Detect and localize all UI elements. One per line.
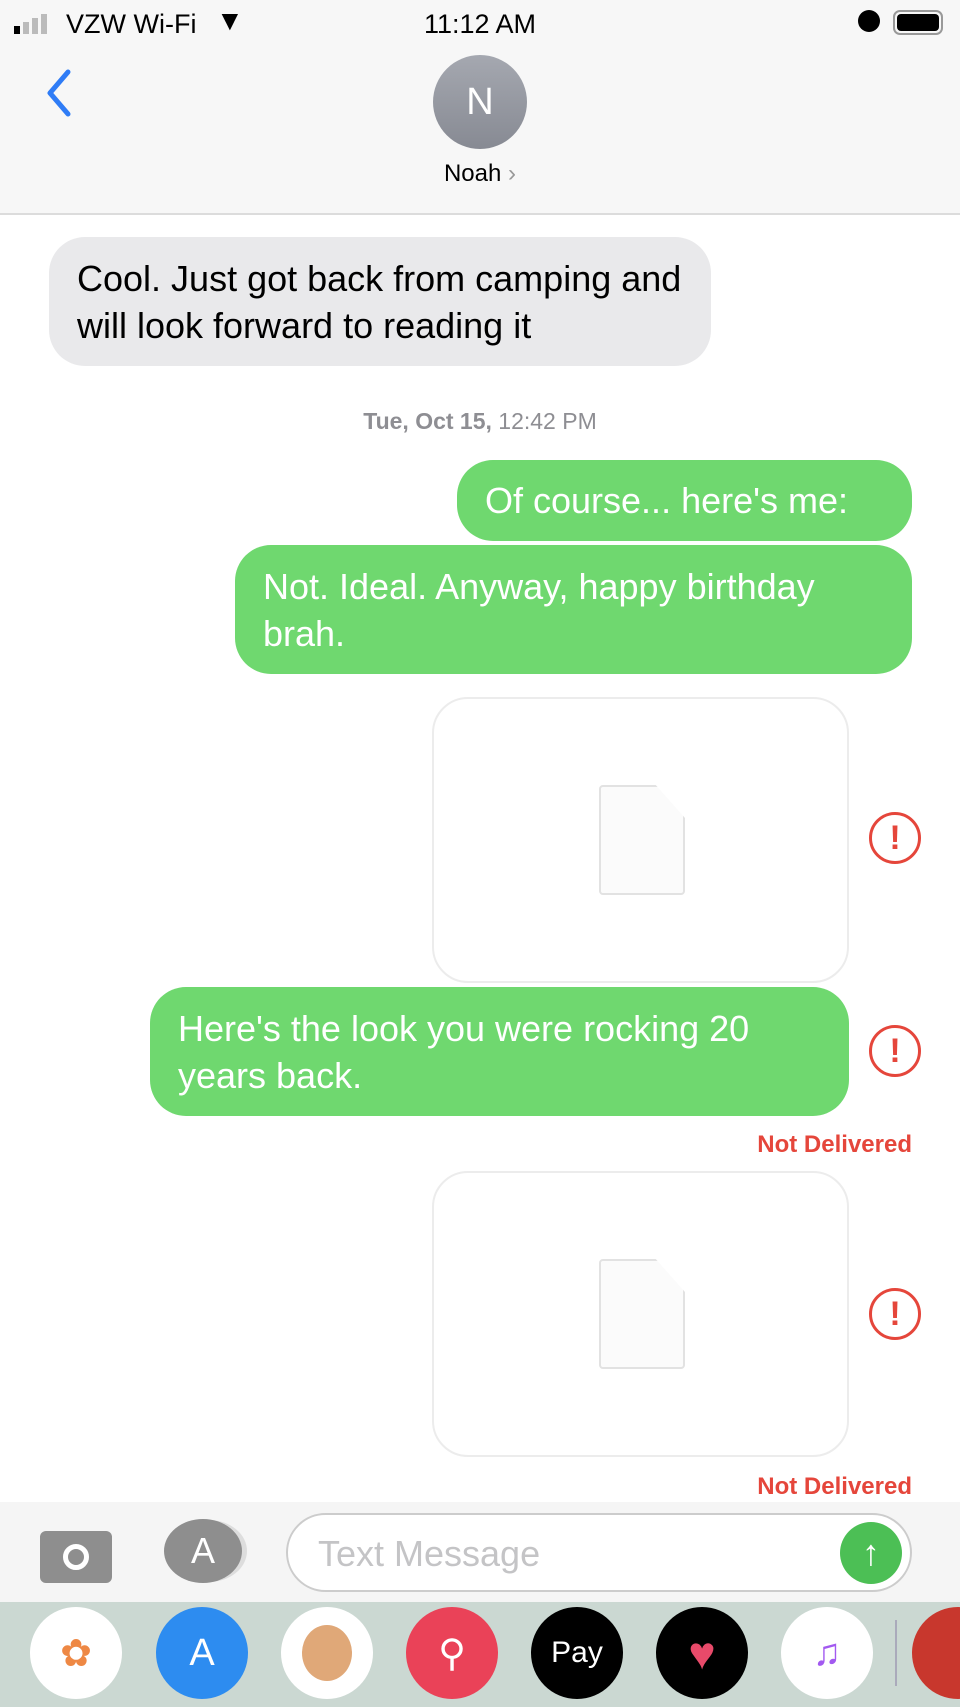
app-store-icon: A <box>190 1530 215 1571</box>
signal-icon <box>14 14 47 34</box>
app-store-button[interactable]: A <box>164 1519 242 1583</box>
error-alert-icon[interactable]: ! <box>869 1025 921 1077</box>
sent-message[interactable]: Here's the look you were rocking 20 year… <box>150 987 849 1116</box>
music-app-icon[interactable]: ♫ <box>781 1607 873 1699</box>
not-delivered-label: Not Delivered <box>757 1473 912 1500</box>
camera-button[interactable] <box>40 1531 112 1583</box>
image-attachment[interactable] <box>432 1171 849 1457</box>
message-text: Not. Ideal. Anyway, happy birthday brah. <box>263 565 815 654</box>
send-button[interactable]: ↑ <box>840 1522 902 1584</box>
arrow-up-icon: ↑ <box>862 1532 880 1573</box>
received-message[interactable]: Cool. Just got back from camping and wil… <box>49 237 711 366</box>
contact-name: Noah <box>443 160 502 187</box>
wifi-icon: ▼ <box>216 5 244 36</box>
apple-pay-label: Pay <box>551 1636 603 1669</box>
message-placeholder: Text Message <box>318 1533 541 1574</box>
document-icon <box>599 1259 685 1369</box>
message-text: Cool. Just got back from camping and wil… <box>77 257 682 346</box>
carrier-label: VZW Wi-Fi <box>66 9 197 39</box>
avatar[interactable]: N <box>433 55 527 149</box>
message-text: Here's the look you were rocking 20 year… <box>178 1007 750 1096</box>
chevron-right-icon: › <box>508 160 517 187</box>
timestamp: Tue, Oct 15, 12:42 PM <box>0 408 960 435</box>
timestamp-time: 12:42 PM <box>498 408 597 434</box>
memoji-app-icon[interactable] <box>281 1607 373 1699</box>
image-search-app-icon[interactable]: ⚲ <box>406 1607 498 1699</box>
message-input[interactable]: Text Message ↑ <box>286 1513 912 1592</box>
battery-icon <box>893 10 943 35</box>
back-button[interactable] <box>44 68 74 118</box>
sent-message[interactable]: Of course... here's me: <box>457 460 912 541</box>
chevron-left-icon <box>47 69 71 117</box>
sent-message[interactable]: Not. Ideal. Anyway, happy birthday brah. <box>235 545 912 674</box>
photos-app-icon[interactable]: ✿ <box>30 1607 122 1699</box>
timestamp-day: Tue, Oct 15, <box>363 408 492 434</box>
clock: 11:12 AM <box>423 9 537 39</box>
error-alert-icon[interactable]: ! <box>869 1288 921 1340</box>
alarm-icon <box>858 10 880 32</box>
camera-icon <box>63 1544 89 1570</box>
apple-pay-app-icon[interactable]: Pay <box>531 1607 623 1699</box>
status-bar: VZW Wi-Fi ▼ 11:12 AM <box>0 0 960 48</box>
digital-touch-app-icon[interactable]: ♥ <box>656 1607 748 1699</box>
error-alert-icon[interactable]: ! <box>869 812 921 864</box>
message-text: Of course... here's me: <box>485 480 849 521</box>
contact-name-button[interactable]: Noah › <box>380 160 580 188</box>
image-attachment[interactable] <box>432 697 849 983</box>
divider <box>895 1620 897 1686</box>
not-delivered-label: Not Delivered <box>757 1131 912 1158</box>
app-store-app-icon[interactable]: A <box>156 1607 248 1699</box>
document-icon <box>599 785 685 895</box>
